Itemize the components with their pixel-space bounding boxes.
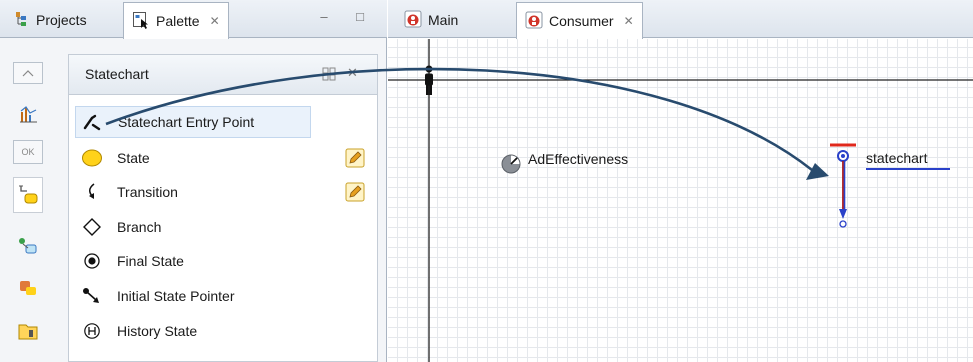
history-state-icon: [79, 318, 105, 344]
palette-item-state[interactable]: State: [75, 142, 311, 174]
final-state-icon: [79, 248, 105, 274]
statechart-label[interactable]: statechart: [866, 150, 950, 170]
tab-palette-close-icon[interactable]: ✕: [210, 14, 220, 28]
branch-icon: [79, 214, 105, 240]
palette-item-label: State: [117, 150, 150, 166]
scroll-up-icon: [22, 70, 34, 77]
maximize-icon[interactable]: □: [351, 8, 369, 26]
palette-item-branch[interactable]: Branch: [75, 211, 311, 243]
palette-item-final-state[interactable]: Final State: [75, 245, 311, 277]
canvas-axes: [388, 39, 973, 362]
projects-icon: [14, 10, 30, 31]
agent-icon: [20, 281, 36, 295]
pencil-icon[interactable]: [345, 148, 365, 168]
analysis-icon: [20, 106, 37, 123]
tab-main-label: Main: [428, 12, 459, 28]
tab-consumer-close-icon[interactable]: ✕: [624, 14, 634, 28]
agent-type-icon: [525, 11, 543, 32]
statechart-tool-icon: [19, 185, 38, 204]
agent-tool[interactable]: [13, 274, 43, 302]
palette-item-initial-state-pointer[interactable]: Initial State Pointer: [75, 280, 311, 312]
controls-tool[interactable]: OK: [13, 140, 43, 164]
state-icon: [79, 145, 105, 171]
palette-drawer-close-icon[interactable]: ✕: [347, 65, 358, 81]
tab-consumer[interactable]: Consumer ✕: [516, 2, 643, 39]
tab-palette[interactable]: Palette ✕: [123, 2, 229, 39]
palette-item-label: History State: [117, 323, 198, 339]
tab-projects[interactable]: Projects: [6, 2, 95, 38]
connectivity-icon: [19, 238, 37, 254]
scroll-up-button[interactable]: [13, 62, 43, 84]
agent-origin-icon: [425, 65, 433, 95]
palette-item-label: Initial State Pointer: [117, 288, 235, 304]
tab-projects-label: Projects: [36, 12, 87, 28]
palette-tool-strip: OK: [0, 52, 58, 362]
palette-item-label: Statechart Entry Point: [118, 114, 255, 130]
palette-tab-icon: [132, 11, 150, 32]
palette-item-label: Branch: [117, 219, 162, 235]
initial-state-pointer-icon: [79, 283, 105, 309]
pencil-icon[interactable]: [345, 182, 365, 202]
palette-drawer: Statechart ✕ Statechart Entry Point Stat…: [68, 54, 378, 362]
left-panel: Projects Palette ✕ – □ OK Statechart ✕ S…: [0, 0, 387, 362]
editor-tab-bar: Main Consumer ✕: [388, 0, 973, 39]
tab-main[interactable]: Main: [396, 2, 466, 38]
layout-grid-icon[interactable]: [322, 67, 336, 84]
presentation-icon: [18, 324, 38, 340]
statechart-tool[interactable]: [13, 177, 43, 213]
statechart-entry-point-icon: [80, 109, 106, 135]
controls-icon: OK: [21, 147, 35, 157]
palette-item-label: Final State: [117, 253, 184, 269]
graphical-editor-canvas[interactable]: AdEffectiveness statechart: [388, 39, 973, 362]
event-label[interactable]: AdEffectiveness: [528, 151, 628, 167]
palette-item-transition[interactable]: Transition: [75, 176, 311, 208]
palette-item-label: Transition: [117, 184, 178, 200]
minimize-icon[interactable]: –: [315, 8, 333, 26]
tab-consumer-label: Consumer: [549, 13, 614, 29]
agent-type-icon: [404, 10, 422, 31]
connectivity-tool[interactable]: [13, 232, 43, 260]
left-tab-bar: Projects Palette ✕ – □: [0, 0, 387, 39]
palette-item-history-state[interactable]: History State: [75, 315, 311, 347]
event-icon[interactable]: [500, 153, 522, 175]
analysis-tool[interactable]: [13, 100, 43, 128]
palette-drawer-title: Statechart: [85, 66, 149, 82]
presentation-tool[interactable]: [13, 317, 43, 345]
transition-icon: [79, 179, 105, 205]
tab-palette-label: Palette: [156, 13, 200, 29]
palette-drawer-header[interactable]: Statechart ✕: [69, 55, 377, 95]
palette-item-statechart-entry-point[interactable]: Statechart Entry Point: [75, 106, 311, 138]
statechart-entry-point-icon[interactable]: [828, 143, 858, 233]
